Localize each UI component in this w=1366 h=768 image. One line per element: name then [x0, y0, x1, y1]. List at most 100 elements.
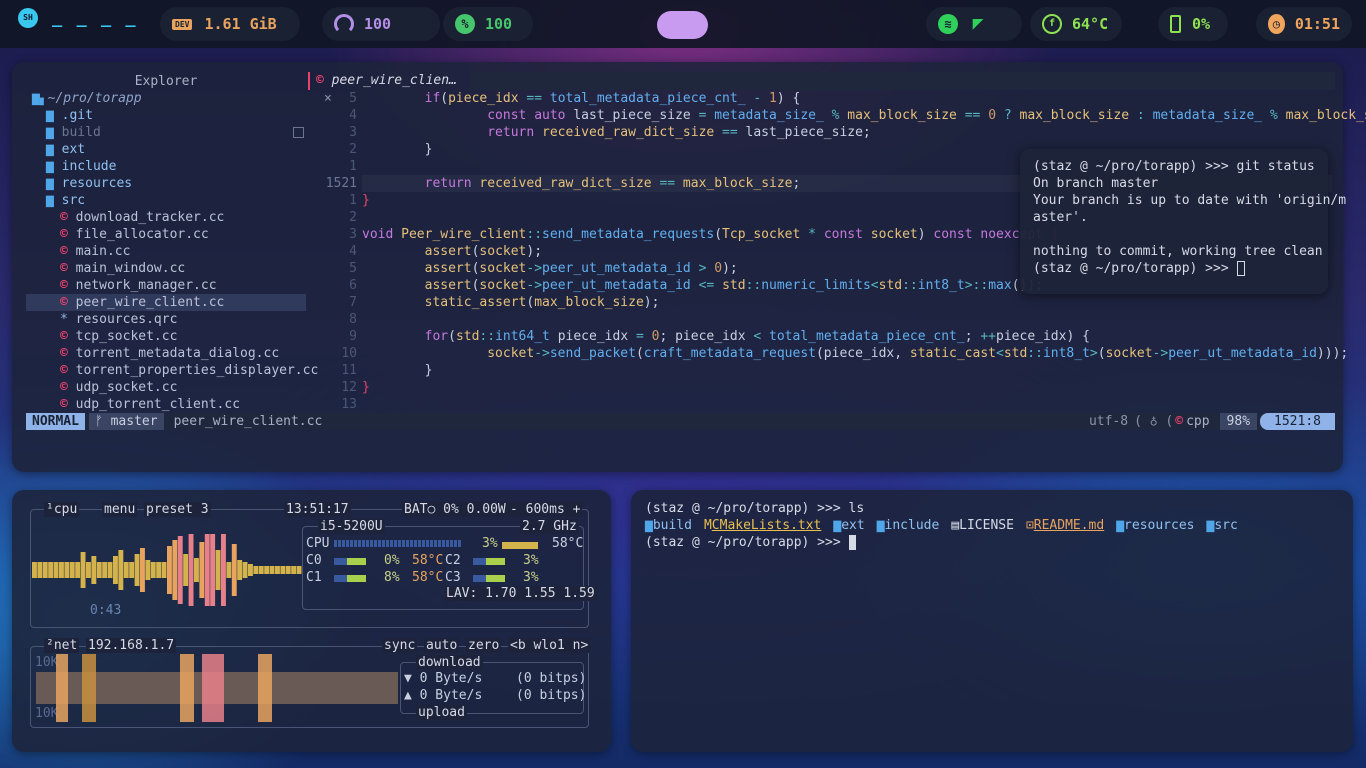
core-percent: 0% [384, 553, 400, 568]
cpu-graph [32, 534, 302, 606]
cpu-graph-bar [59, 562, 64, 578]
cpu-graph-bar [264, 566, 270, 574]
tree-item[interactable]: © torrent_properties_displayer.cc [26, 362, 318, 379]
separator-icon: ( ♁ ( [1134, 414, 1174, 429]
core-graph [473, 575, 505, 582]
line-number: 7 [349, 295, 357, 310]
tray-widget[interactable]: ≋ ◤ [926, 7, 1022, 41]
line-number: 9 [349, 329, 357, 344]
preset-button[interactable]: preset 3 [144, 502, 211, 517]
tree-item[interactable]: © peer_wire_client.cc [26, 294, 306, 311]
cpu-graph-bar [53, 562, 59, 578]
tree-item-label: udp_socket.cc [75, 380, 178, 395]
explorer-title: Explorer [134, 74, 198, 89]
tree-item[interactable]: © main.cc [26, 243, 306, 260]
tree-root[interactable]: ▆▖~/pro/torapp [26, 90, 306, 107]
top-bar: SH _ _ _ _ DEV 1.61 GiB 100 % 100 ≋ ◤ f … [0, 0, 1366, 48]
tree-item[interactable]: ▆ resources [26, 175, 306, 192]
workspace-dashes[interactable]: _ _ _ _ [52, 8, 138, 28]
tree-item[interactable]: * resources.qrc [26, 311, 306, 328]
tab[interactable]: © peer_wire_clien… × [308, 72, 468, 106]
tree-item[interactable]: ▆ .git [26, 107, 306, 124]
auto-button[interactable]: auto [424, 638, 460, 653]
line-number: 1521 [325, 176, 357, 191]
menu-button[interactable]: menu [102, 502, 138, 517]
tree-item[interactable]: © tcp_socket.cc [26, 328, 306, 345]
tree-item[interactable]: © torrent_metadata_dialog.cc [26, 345, 306, 362]
code-line: const auto last_piece_size = metadata_si… [487, 108, 1366, 123]
tree-item[interactable]: ▆ include [26, 158, 306, 175]
cpu-graph-bar [80, 552, 86, 588]
core-name: C0 [306, 553, 322, 568]
center-pill[interactable] [657, 11, 708, 39]
line-number: 3 [349, 227, 357, 242]
clock-widget[interactable]: ◷ 01:51 [1256, 7, 1352, 41]
temperature-widget[interactable]: f 64°C [1030, 7, 1122, 41]
cpu-graph-bar [118, 550, 124, 590]
memory-widget[interactable]: DEV 1.61 GiB [160, 7, 300, 41]
cpp-file-icon: © [60, 363, 76, 378]
btop-clock: 13:51:17 [284, 502, 351, 517]
code-line: if(piece_idx == total_metadata_piece_cnt… [424, 91, 801, 106]
tree-item[interactable]: © udp_socket.cc [26, 379, 306, 396]
cpp-file-icon: © [60, 261, 76, 276]
tree-item[interactable]: © file_allocator.cc [26, 226, 306, 243]
ls-entry: ▆src [1207, 518, 1238, 533]
ls-entry-label: README.md [1033, 518, 1105, 533]
cpu-graph-bar [96, 562, 102, 578]
badge-check-icon: % [455, 14, 475, 34]
volume-widget[interactable]: 100 [322, 7, 440, 41]
ls-entry: ▤LICENSE [951, 518, 1014, 533]
interface-selector[interactable]: <b wlo1 n> [508, 638, 591, 653]
folder-icon: ▆ [645, 518, 653, 533]
cursor-position: 1521:8 [1260, 413, 1335, 430]
cpp-file-icon: © [60, 329, 76, 344]
tree-item-label: main.cc [75, 244, 131, 259]
branch-indicator: ᚠ master [88, 413, 164, 430]
cpu-graph-bar [75, 562, 81, 578]
workspace-indicator[interactable]: SH _ _ _ _ [18, 8, 138, 28]
core-percent: 8% [384, 570, 400, 585]
cpu-graph-bar [156, 562, 162, 578]
tree-item[interactable]: © main_window.cc [26, 260, 306, 277]
dev-icon: DEV [172, 18, 193, 30]
tree-item-label: build [61, 125, 101, 140]
refresh-rate[interactable]: - 600ms + [508, 502, 583, 517]
cpu-temp: 58°C [552, 536, 584, 551]
sync-button[interactable]: sync [382, 638, 418, 653]
cpu-graph-bar [37, 562, 43, 578]
tree-item[interactable]: © network_manager.cc [26, 277, 306, 294]
tree-item[interactable]: © udp_torrent_client.cc [26, 396, 306, 413]
floating-terminal[interactable]: (staz @ ~/pro/torapp) >>> git status On b… [1020, 149, 1346, 294]
folder-icon: ▆ [1116, 518, 1125, 533]
prompt-text: (staz @ ~/pro/torapp) >>> [645, 535, 849, 550]
tree-item[interactable]: ▆ ext [26, 141, 306, 158]
tree-item-label: ext [61, 142, 86, 157]
tree-item-label: peer_wire_client.cc [75, 295, 225, 310]
cpu-graph-bar [231, 544, 237, 596]
cpp-file-icon: © [60, 244, 76, 259]
ls-entry-label: src [1214, 518, 1238, 533]
tree-item[interactable]: © download_tracker.cc [26, 209, 306, 226]
wifi-lock-icon[interactable]: ◤ [968, 14, 988, 34]
ls-entry-label: build [652, 518, 692, 533]
cpp-file-icon: © [60, 210, 76, 225]
cpu-box-label[interactable]: ¹cpu [44, 502, 80, 517]
battery-widget[interactable]: 0% [1158, 7, 1228, 41]
cpp-file-icon: © [1175, 414, 1184, 429]
ls-entry-label: include [884, 518, 940, 533]
cpu-graph-bar [253, 566, 259, 574]
line-number: 10 [341, 346, 357, 361]
cpu-graph-bar [204, 534, 210, 606]
tree-item[interactable]: ▆ src [26, 192, 306, 209]
tree-item[interactable]: ▆ build [26, 124, 306, 141]
cpu-graph-bar [199, 542, 205, 598]
cpu-graph-bar [102, 562, 108, 578]
net-box-label[interactable]: ²net [44, 638, 80, 653]
spotify-icon[interactable]: ≋ [938, 14, 958, 34]
cpu-graph-bar [42, 562, 48, 578]
folder-icon: ▆ [876, 518, 885, 533]
zero-button[interactable]: zero [466, 638, 502, 653]
updates-widget[interactable]: % 100 [443, 7, 533, 41]
